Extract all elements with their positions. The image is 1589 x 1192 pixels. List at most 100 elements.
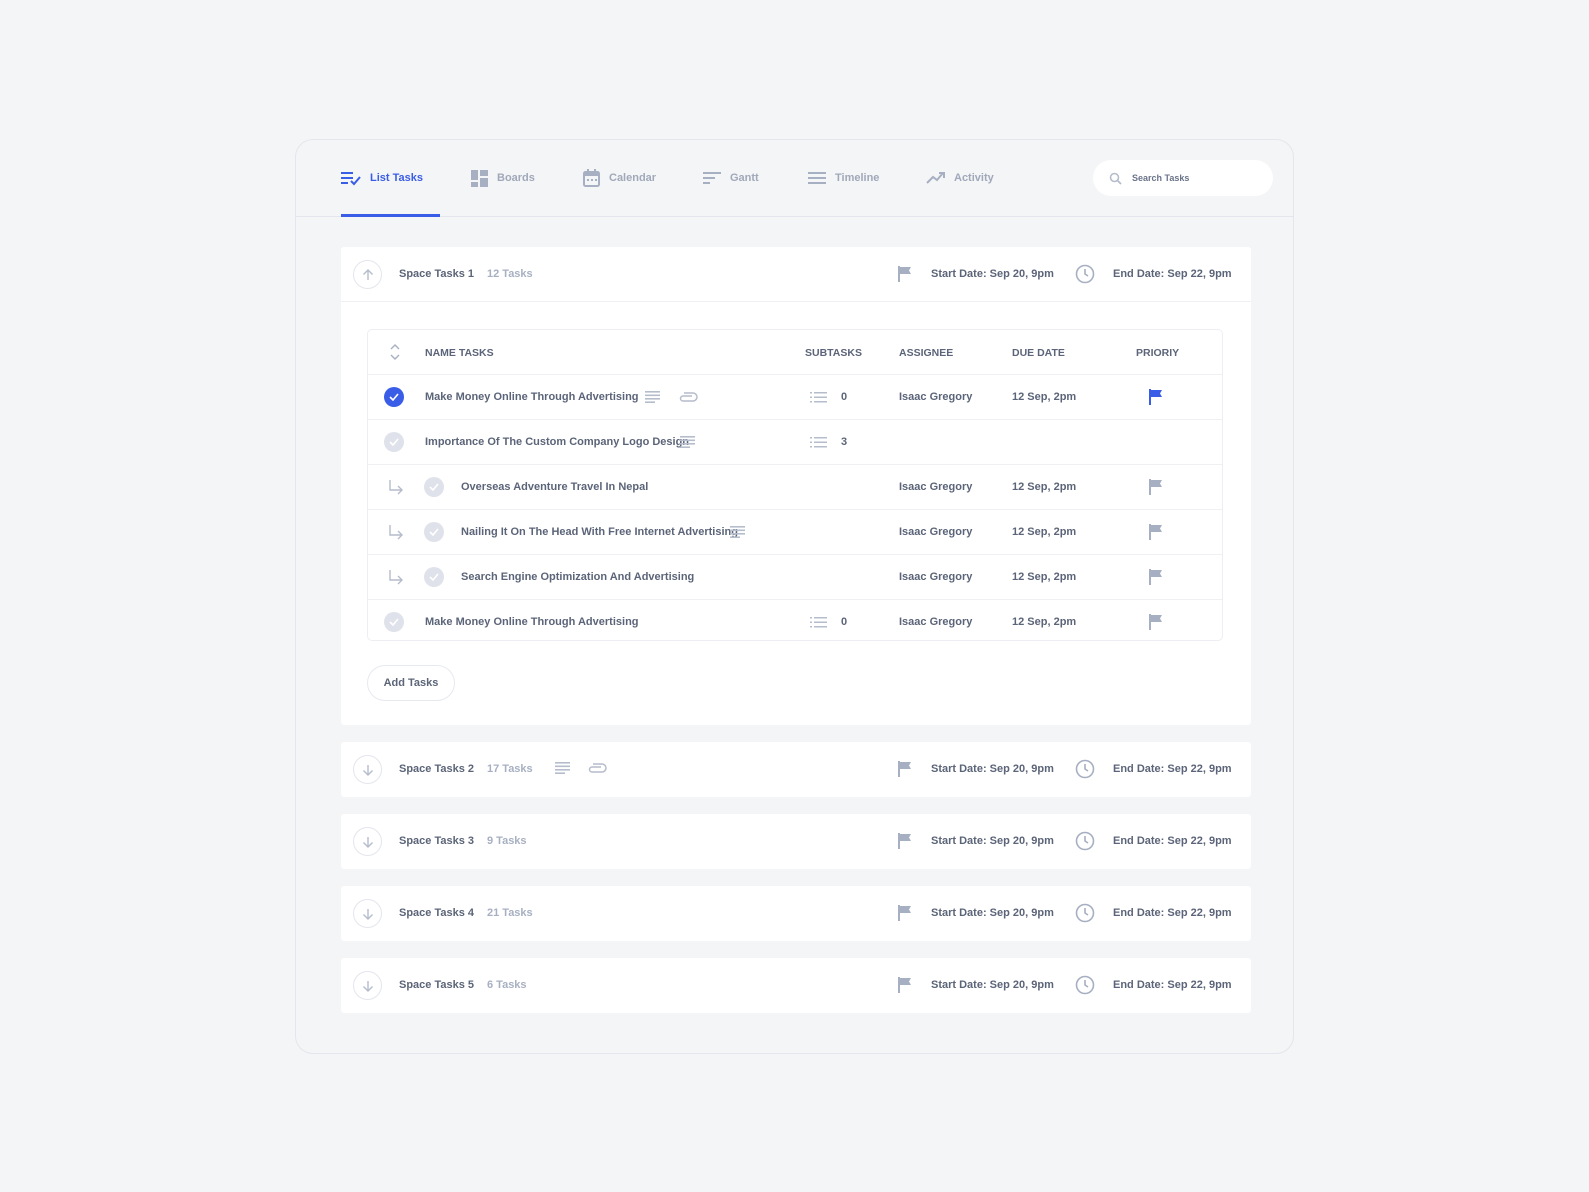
- task-group: Space Tasks 4 21 Tasks Start Date: Sep 2…: [341, 886, 1251, 941]
- tasks-panel: List Tasks Boards Calendar Gantt Timelin…: [295, 139, 1294, 1054]
- task-checkbox[interactable]: [424, 522, 444, 542]
- search-input[interactable]: [1132, 173, 1252, 183]
- expand-button[interactable]: [353, 827, 382, 856]
- task-checkbox[interactable]: [424, 567, 444, 587]
- tab-gantt[interactable]: Gantt: [703, 166, 759, 190]
- task-checkbox[interactable]: [384, 432, 404, 452]
- clock-icon: [1075, 759, 1095, 779]
- start-date: Start Date: Sep 20, 9pm: [931, 763, 1054, 775]
- tab-timeline[interactable]: Timeline: [808, 166, 879, 190]
- group-name: Space Tasks 4: [399, 907, 475, 919]
- attachment-icon[interactable]: [587, 762, 607, 774]
- assignee[interactable]: Isaac Gregory: [899, 571, 972, 583]
- group-header[interactable]: Space Tasks 4 21 Tasks Start Date: Sep 2…: [341, 886, 1251, 941]
- search-box: [1093, 160, 1273, 196]
- end-date: End Date: Sep 22, 9pm: [1113, 835, 1232, 847]
- check-icon: [429, 483, 439, 491]
- description-icon[interactable]: [645, 391, 660, 403]
- header-subtasks: SUBTASKS: [805, 347, 862, 359]
- header-name-tasks: NAME TASKS: [425, 347, 494, 359]
- group-header[interactable]: Space Tasks 3 9 Tasks Start Date: Sep 20…: [341, 814, 1251, 869]
- description-icon[interactable]: [730, 526, 745, 538]
- priority-flag-icon[interactable]: [1149, 614, 1163, 630]
- add-tasks-button[interactable]: Add Tasks: [367, 665, 455, 701]
- priority-flag-icon[interactable]: [1149, 479, 1163, 495]
- clock-icon: [1075, 975, 1095, 995]
- task-name[interactable]: Search Engine Optimization And Advertisi…: [461, 571, 694, 583]
- clock-icon: [1075, 831, 1095, 851]
- subtask-count: 3: [841, 436, 848, 448]
- group-header[interactable]: Space Tasks 5 6 Tasks Start Date: Sep 20…: [341, 958, 1251, 1013]
- task-group: Space Tasks 2 17 Tasks Start Date: Sep 2…: [341, 742, 1251, 797]
- assignee[interactable]: Isaac Gregory: [899, 481, 972, 493]
- subtask-arrow-icon: [389, 480, 403, 495]
- subtask-list-icon: [810, 437, 827, 448]
- group-header[interactable]: Space Tasks 2 17 Tasks Start Date: Sep 2…: [341, 742, 1251, 797]
- calendar-icon: [583, 169, 600, 187]
- tab-boards[interactable]: Boards: [471, 166, 535, 190]
- end-date: End Date: Sep 22, 9pm: [1113, 979, 1232, 991]
- arrow-down-icon: [362, 764, 373, 776]
- table-row[interactable]: Make Money Online Through Advertising 0 …: [368, 375, 1222, 420]
- collapse-button[interactable]: [353, 260, 382, 289]
- priority-flag-icon[interactable]: [1149, 569, 1163, 585]
- table-row[interactable]: Make Money Online Through Advertising 0 …: [368, 600, 1222, 645]
- expand-button[interactable]: [353, 899, 382, 928]
- start-date: Start Date: Sep 20, 9pm: [931, 907, 1054, 919]
- group-count: 9 Tasks: [487, 835, 527, 847]
- priority-flag-icon[interactable]: [1149, 524, 1163, 540]
- assignee[interactable]: Isaac Gregory: [899, 391, 972, 403]
- end-date: End Date: Sep 22, 9pm: [1113, 763, 1232, 775]
- assignee[interactable]: Isaac Gregory: [899, 526, 972, 538]
- description-icon[interactable]: [680, 436, 695, 448]
- expand-button[interactable]: [353, 971, 382, 1000]
- due-date[interactable]: 12 Sep, 2pm: [1012, 571, 1076, 583]
- subtask-count: 0: [841, 391, 848, 403]
- header-priority: PRIORIY: [1136, 347, 1180, 359]
- view-tabs: List Tasks Boards Calendar Gantt Timelin…: [296, 140, 1293, 217]
- due-date[interactable]: 12 Sep, 2pm: [1012, 481, 1076, 493]
- tab-list-tasks[interactable]: List Tasks: [341, 166, 423, 190]
- due-date[interactable]: 12 Sep, 2pm: [1012, 616, 1076, 628]
- table-row[interactable]: Importance Of The Custom Company Logo De…: [368, 420, 1222, 465]
- task-checkbox[interactable]: [384, 387, 404, 407]
- flag-icon: [898, 977, 911, 993]
- expand-button[interactable]: [353, 755, 382, 784]
- start-date: Start Date: Sep 20, 9pm: [931, 835, 1054, 847]
- table-row[interactable]: Nailing It On The Head With Free Interne…: [368, 510, 1222, 555]
- tab-calendar[interactable]: Calendar: [583, 166, 656, 190]
- subtask-arrow-icon: [389, 570, 403, 585]
- priority-flag-icon[interactable]: [1149, 389, 1163, 405]
- tab-activity[interactable]: Activity: [926, 166, 994, 190]
- task-name[interactable]: Make Money Online Through Advertising: [425, 391, 639, 403]
- attachment-icon[interactable]: [678, 391, 698, 403]
- task-group: Space Tasks 1 12 Tasks Start Date: Sep 2…: [341, 247, 1251, 725]
- task-name[interactable]: Make Money Online Through Advertising: [425, 616, 639, 628]
- group-header: Space Tasks 1 12 Tasks Start Date: Sep 2…: [341, 247, 1251, 302]
- group-count: 6 Tasks: [487, 979, 527, 991]
- group-name: Space Tasks 1: [399, 268, 475, 280]
- table-row[interactable]: Search Engine Optimization And Advertisi…: [368, 555, 1222, 600]
- tab-label: List Tasks: [370, 172, 423, 184]
- tab-label: Boards: [497, 172, 535, 184]
- flag-icon: [898, 833, 911, 849]
- activity-icon: [926, 172, 945, 184]
- task-name[interactable]: Nailing It On The Head With Free Interne…: [461, 526, 738, 538]
- due-date[interactable]: 12 Sep, 2pm: [1012, 391, 1076, 403]
- description-icon[interactable]: [555, 762, 570, 774]
- subtask-list-icon: [810, 617, 827, 628]
- task-checkbox[interactable]: [384, 612, 404, 632]
- due-date[interactable]: 12 Sep, 2pm: [1012, 526, 1076, 538]
- clock-icon: [1075, 903, 1095, 923]
- task-checkbox[interactable]: [424, 477, 444, 497]
- sort-icon[interactable]: [389, 343, 401, 361]
- check-icon: [429, 528, 439, 536]
- assignee[interactable]: Isaac Gregory: [899, 616, 972, 628]
- task-name[interactable]: Importance Of The Custom Company Logo De…: [425, 436, 689, 448]
- check-icon: [389, 438, 399, 446]
- start-date: Start Date: Sep 20, 9pm: [931, 979, 1054, 991]
- task-name[interactable]: Overseas Adventure Travel In Nepal: [461, 481, 648, 493]
- table-row[interactable]: Overseas Adventure Travel In Nepal Isaac…: [368, 465, 1222, 510]
- arrow-down-icon: [362, 980, 373, 992]
- list-check-icon: [341, 172, 361, 186]
